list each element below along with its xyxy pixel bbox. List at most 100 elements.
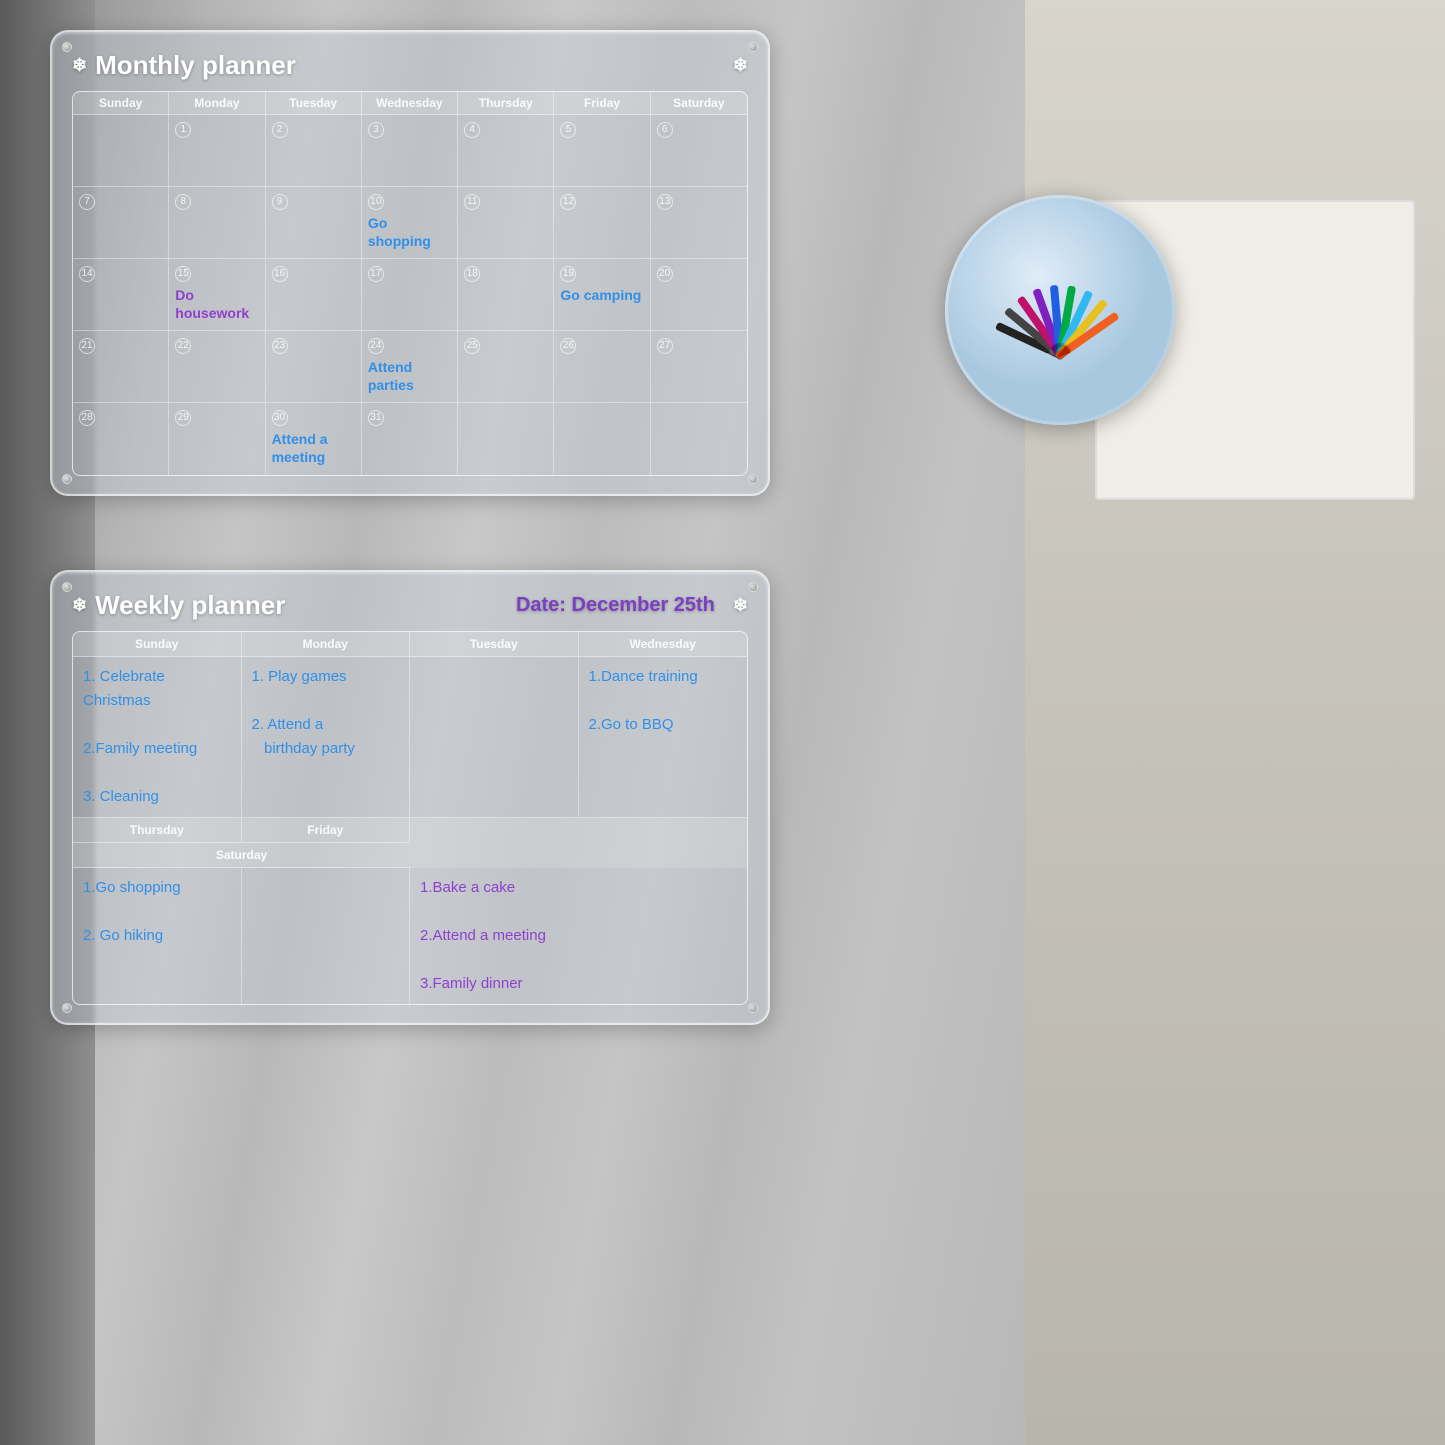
- screw-top-right: [748, 42, 758, 52]
- cal-cell-w1-d4: 3: [362, 115, 458, 187]
- weekly-cell-saturday: 1.Bake a cake2.Attend a meeting3.Family …: [410, 868, 747, 1004]
- cal-cell-w1-d1: [73, 115, 169, 187]
- cal-day-number: 25: [464, 338, 480, 354]
- cal-day-number: 4: [464, 122, 480, 138]
- cal-day-number: 11: [464, 194, 480, 210]
- cal-cell-w5-d1: 28: [73, 403, 169, 475]
- cal-day-number: 29: [175, 410, 191, 426]
- day-saturday: Saturday: [651, 92, 747, 115]
- weekly-cell-thursday: 1.Go shopping2. Go hiking: [73, 868, 242, 1004]
- weekly-thursday-header: Thursday: [73, 818, 242, 843]
- cal-day-number: 10: [368, 194, 384, 210]
- weekly-tuesday-header: Tuesday: [410, 632, 579, 657]
- day-wednesday: Wednesday: [362, 92, 458, 115]
- cal-day-number: 30: [272, 410, 288, 426]
- weekly-screw-br: [748, 1003, 758, 1013]
- cal-day-number: 18: [464, 266, 480, 282]
- cal-cell-w5-d7: [651, 403, 747, 475]
- cal-cell-w3-d4: 17: [362, 259, 458, 331]
- cal-cell-w3-d6: 19Go camping: [554, 259, 650, 331]
- cal-cell-w5-d3: 30 Attend a meeting: [266, 403, 362, 475]
- weekly-cell-monday: 1. Play games2. Attend a birthday party: [242, 657, 411, 818]
- cal-week-2: 7 8 9 10 Go shopping 11 12 13: [73, 187, 747, 259]
- cal-cell-w3-d5: 18: [458, 259, 554, 331]
- cal-day-number: 9: [272, 194, 288, 210]
- markers-svg: [945, 195, 1175, 425]
- monthly-title-text: Monthly planner: [95, 50, 296, 81]
- cal-day-number: 7: [79, 194, 95, 210]
- cal-day-number: 8: [175, 194, 191, 210]
- weekly-screw-tl: [62, 582, 72, 592]
- cal-day-number: 5: [560, 122, 576, 138]
- weekly-planner-board: ❄ Weekly planner Date: December 25th ❄ S…: [50, 570, 770, 1025]
- weekly-calendar-grid: Sunday Monday Tuesday Wednesday 1. Celeb…: [72, 631, 748, 1005]
- day-tuesday: Tuesday: [266, 92, 362, 115]
- weekly-cell-sunday: 1. CelebrateChristmas2.Family meeting3. …: [73, 657, 242, 818]
- day-sunday: Sunday: [73, 92, 169, 115]
- calendar-body: 12345678910Go shopping1112131415Do house…: [73, 115, 747, 475]
- cal-event-text: Go camping: [560, 286, 643, 304]
- cal-cell-w3-d1: 14: [73, 259, 169, 331]
- cal-day-number: 3: [368, 122, 384, 138]
- cal-cell-w4-d3: 23: [266, 331, 362, 403]
- cal-cell-w5-d5: [458, 403, 554, 475]
- weekly-screw-tr: [748, 582, 758, 592]
- weekly-wednesday-header: Wednesday: [579, 632, 748, 657]
- cal-day-number: 22: [175, 338, 191, 354]
- cal-week-1: 123456: [73, 115, 747, 187]
- monthly-planner-title: ❄ Monthly planner ❄: [72, 50, 748, 81]
- weekly-snowflake-right: ❄: [733, 595, 748, 616]
- cal-day-number: 21: [79, 338, 95, 354]
- cal-cell-w4-d5: 25: [458, 331, 554, 403]
- cal-cell-w3-d3: 16: [266, 259, 362, 331]
- calendar-header: Sunday Monday Tuesday Wednesday Thursday…: [73, 92, 747, 115]
- markers-circle: [945, 195, 1175, 425]
- weekly-top-body: 1. CelebrateChristmas2.Family meeting3. …: [73, 657, 747, 818]
- cal-cell-w5-d4: 31: [362, 403, 458, 475]
- cal-event-text: Attend parties: [368, 358, 451, 394]
- day-friday: Friday: [554, 92, 650, 115]
- cal-cell-w1-d7: 6: [651, 115, 747, 187]
- cal-day-number: 13: [657, 194, 673, 210]
- thursday-events: 1.Go shopping2. Go hiking: [83, 876, 231, 948]
- weekly-bottom-body: 1.Go shopping2. Go hiking 1.Bake a cake2…: [73, 868, 747, 1004]
- cal-day-number: 12: [560, 194, 576, 210]
- cal-event-text: Attend a meeting: [272, 430, 355, 466]
- cal-day-number: 28: [79, 410, 95, 426]
- weekly-monday-header: Monday: [242, 632, 411, 657]
- day-thursday: Thursday: [458, 92, 554, 115]
- weekly-screw-bl: [62, 1003, 72, 1013]
- cal-day-number: 16: [272, 266, 288, 282]
- cal-cell-w2-d5: 11: [458, 187, 554, 259]
- cal-cell-w5-d2: 29: [169, 403, 265, 475]
- cal-day-number: 14: [79, 266, 95, 282]
- screw-bottom-right: [748, 474, 758, 484]
- wednesday-events: 1.Dance training2.Go to BBQ: [589, 665, 738, 737]
- cal-cell-w4-d1: 21: [73, 331, 169, 403]
- sunday-events: 1. CelebrateChristmas2.Family meeting3. …: [83, 665, 231, 809]
- cal-day-number: 26: [560, 338, 576, 354]
- weekly-friday-header: Friday: [242, 818, 411, 843]
- cal-cell-w4-d6: 26: [554, 331, 650, 403]
- cal-cell-w1-d3: 2: [266, 115, 362, 187]
- monthly-planner-board: ❄ Monthly planner ❄ Sunday Monday Tuesda…: [50, 30, 770, 496]
- weekly-saturday-header: Saturday: [73, 843, 410, 868]
- weekly-cell-wednesday: 1.Dance training2.Go to BBQ: [579, 657, 748, 818]
- saturday-events: 1.Bake a cake2.Attend a meeting3.Family …: [420, 876, 737, 996]
- cal-day-number: 20: [657, 266, 673, 282]
- weekly-title-text: Weekly planner: [95, 590, 285, 621]
- weekly-planner-title: ❄ Weekly planner Date: December 25th ❄: [72, 590, 748, 621]
- cal-event-text: Go shopping: [368, 214, 451, 250]
- cal-cell-w2-d6: 12: [554, 187, 650, 259]
- weekly-cell-tuesday: [410, 657, 579, 818]
- weekly-cell-friday: [242, 868, 411, 1004]
- screw-bottom-left: [62, 474, 72, 484]
- cal-day-number: 1: [175, 122, 191, 138]
- snowflake-icon-right: ❄: [733, 55, 748, 76]
- cal-event-text: Do housework: [175, 286, 258, 322]
- cal-cell-w1-d6: 5: [554, 115, 650, 187]
- cal-day-number: 23: [272, 338, 288, 354]
- cal-cell-w2-d3: 9: [266, 187, 362, 259]
- weekly-date-label: Date: December 25th: [516, 594, 715, 617]
- cal-cell-w4-d7: 27: [651, 331, 747, 403]
